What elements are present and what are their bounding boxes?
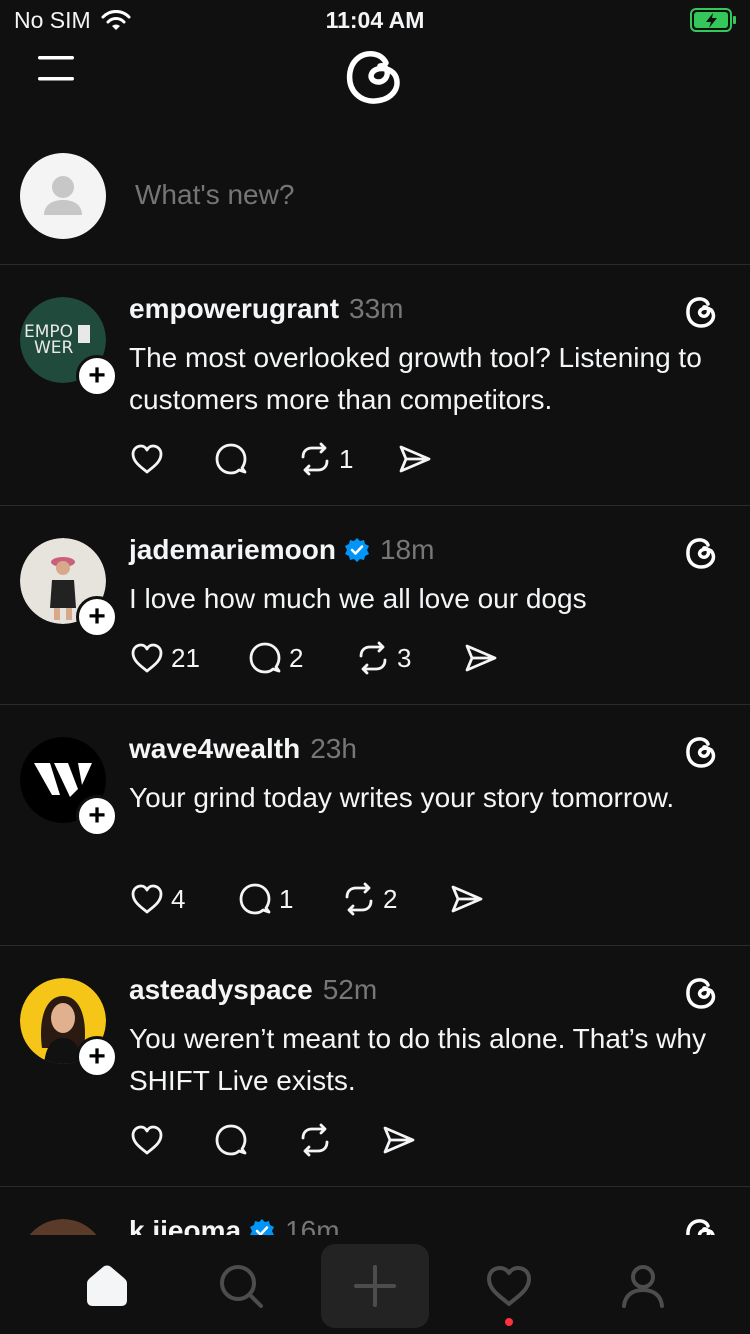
like-button[interactable] [129, 441, 213, 477]
svg-text:WER: WER [34, 338, 74, 358]
post[interactable]: k.ijeoma 16m [0, 1187, 750, 1235]
plus-icon [354, 1265, 396, 1307]
reply-button[interactable] [213, 1122, 297, 1158]
heart-icon [131, 643, 163, 673]
search-icon [220, 1265, 263, 1308]
heart-icon [487, 1266, 531, 1306]
threads-logo-icon[interactable] [340, 40, 410, 110]
threads-icon [686, 297, 716, 328]
post-actions: 21 2 3 [129, 640, 499, 676]
status-bar: No SIM 11:04 AM [0, 0, 750, 40]
composer [0, 150, 750, 265]
follow-button[interactable]: + [76, 795, 118, 837]
post-text: Your grind today writes your story tomor… [129, 782, 675, 813]
threads-icon [686, 1219, 715, 1235]
share-button[interactable] [463, 640, 499, 676]
repost-button[interactable]: 1 [297, 441, 397, 477]
post-time: 16m [285, 1215, 340, 1235]
comment-icon [215, 443, 247, 475]
repost-icon [345, 882, 373, 916]
username[interactable]: wave4wealth [129, 733, 300, 765]
post-time: 23h [310, 733, 357, 764]
status-time: 11:04 AM [325, 7, 425, 33]
like-button[interactable] [129, 1122, 213, 1158]
post-time: 52m [322, 974, 378, 1005]
follow-button[interactable]: + [76, 1036, 118, 1078]
post-actions: 4 1 2 [129, 881, 485, 917]
post[interactable]: EMPO WER + empowerugrant 33m The most ov… [0, 265, 750, 506]
comment-icon [249, 642, 281, 674]
verified-badge-icon [344, 538, 369, 562]
comment-icon [239, 883, 271, 915]
username[interactable]: empowerugrant [129, 293, 339, 325]
feed: EMPO WER + empowerugrant 33m The most ov… [0, 265, 750, 1235]
my-avatar[interactable] [20, 153, 106, 239]
repost-icon [301, 1123, 329, 1157]
threads-icon [686, 737, 716, 768]
nav-home[interactable] [53, 1244, 161, 1328]
post[interactable]: + jademariemoon 18m I love how much we a… [0, 506, 750, 705]
reply-button[interactable]: 1 [237, 881, 341, 917]
post-text: I love how much we all love our dogs [129, 583, 587, 614]
user-placeholder-icon [44, 176, 82, 215]
top-bar [0, 40, 750, 110]
post[interactable]: + wave4wealth 23h Your grind today write… [0, 705, 750, 946]
post-actions [129, 1122, 417, 1158]
repost-button[interactable] [297, 1122, 381, 1158]
reply-button[interactable]: 2 [247, 640, 355, 676]
post-text: You weren’t meant to do this alone. That… [129, 1023, 706, 1096]
heart-icon [131, 1125, 163, 1155]
verified-badge-icon [250, 1219, 275, 1235]
follow-button[interactable]: + [76, 596, 118, 638]
threads-icon [686, 538, 716, 569]
share-button[interactable] [397, 441, 433, 477]
post-time: 33m [349, 293, 404, 324]
comment-icon [215, 1124, 247, 1156]
home-icon [87, 1265, 127, 1306]
whats-new-input[interactable] [133, 178, 697, 212]
share-button[interactable] [449, 881, 485, 917]
like-button[interactable]: 21 [129, 640, 247, 676]
notification-dot [505, 1318, 513, 1326]
send-icon [399, 445, 431, 473]
nav-search[interactable] [187, 1244, 295, 1328]
username[interactable]: k.ijeoma [129, 1215, 241, 1235]
follow-button[interactable]: + [76, 355, 118, 397]
post-actions: 1 [129, 441, 433, 477]
username[interactable]: asteadyspace [129, 974, 313, 1006]
send-icon [383, 1126, 415, 1154]
menu-icon[interactable] [36, 52, 76, 84]
post-text: The most overlooked growth tool? Listeni… [129, 342, 702, 415]
nav-activity[interactable] [455, 1244, 563, 1328]
repost-button[interactable]: 2 [341, 881, 449, 917]
heart-icon [131, 444, 163, 474]
avatar-k-ijeoma[interactable] [20, 1219, 106, 1235]
battery-charging-icon [690, 8, 736, 32]
repost-icon [301, 442, 329, 476]
post[interactable]: + asteadyspace 52m You weren’t meant to … [0, 946, 750, 1187]
threads-icon [686, 978, 716, 1009]
repost-button[interactable]: 3 [355, 640, 463, 676]
share-button[interactable] [381, 1122, 417, 1158]
repost-icon [359, 641, 387, 675]
send-icon [451, 885, 483, 913]
username[interactable]: jademariemoon [129, 534, 336, 566]
bottom-nav [0, 1236, 750, 1334]
heart-icon [131, 884, 163, 914]
reply-button[interactable] [213, 441, 297, 477]
send-icon [465, 644, 497, 672]
like-button[interactable]: 4 [129, 881, 237, 917]
profile-icon [622, 1265, 664, 1308]
nav-profile[interactable] [589, 1244, 697, 1328]
post-time: 18m [379, 534, 435, 565]
nav-create[interactable] [321, 1244, 429, 1328]
